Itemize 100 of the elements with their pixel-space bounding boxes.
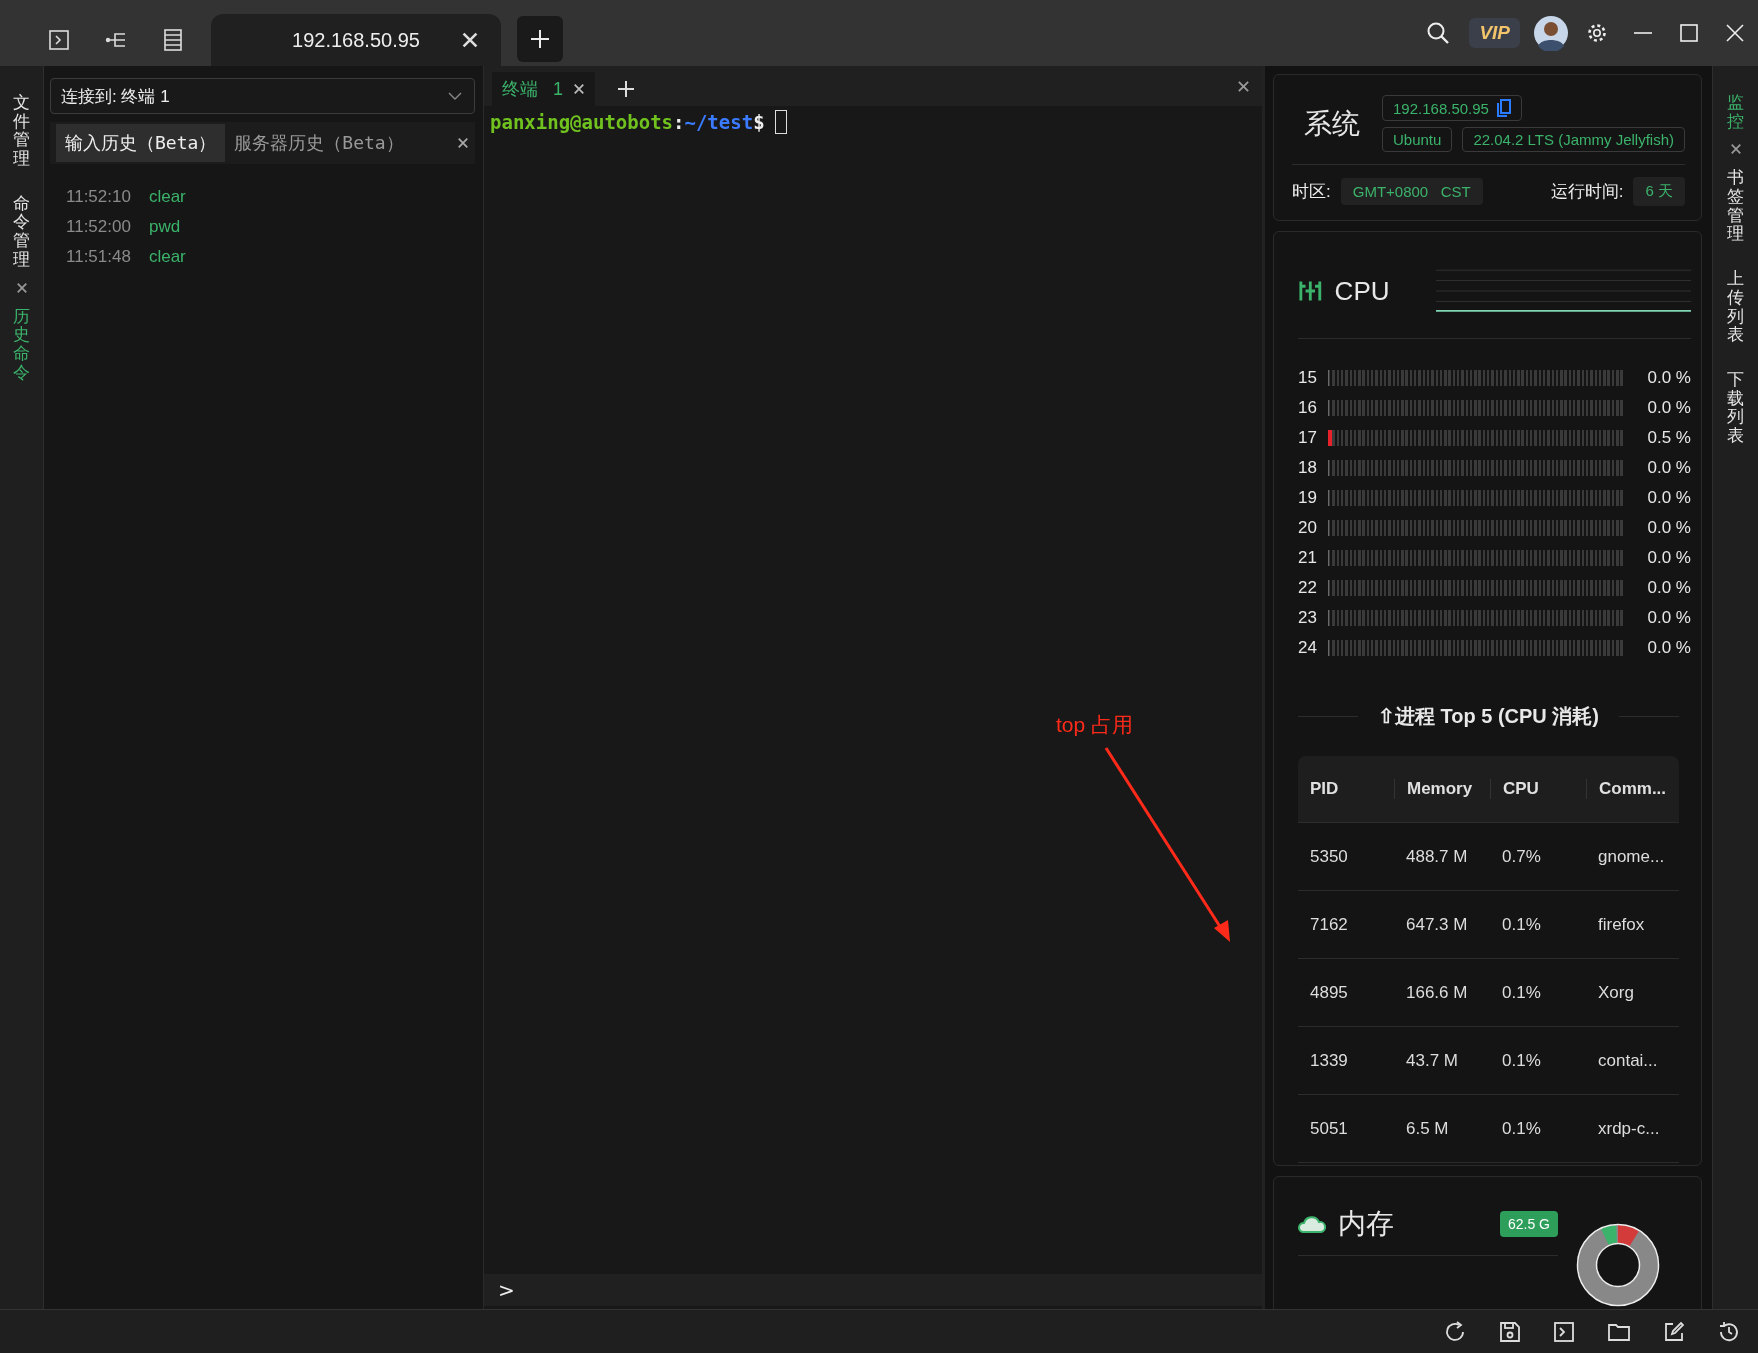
table-cell-text: 488.7 M	[1405, 846, 1469, 867]
table-cell-text: 0.1%	[1501, 1050, 1542, 1071]
core-label: 15	[1298, 368, 1318, 388]
section-title: 内存	[1338, 1207, 1394, 1241]
plus-icon[interactable]	[617, 80, 635, 98]
server-list-icon[interactable]	[163, 29, 182, 51]
folder-icon[interactable]	[1608, 1322, 1630, 1341]
table-cell-text: 5051	[1309, 1118, 1349, 1139]
refresh-icon[interactable]	[1444, 1320, 1466, 1343]
table-cell-text: 0.1%	[1501, 982, 1542, 1003]
history-icon[interactable]	[1718, 1320, 1740, 1343]
table-cell-text: 1339	[1309, 1050, 1349, 1071]
terminal-tab[interactable]: 终端 1	[492, 72, 595, 106]
history-tab[interactable]: 服务器历史（Beta）	[225, 124, 413, 162]
memory-total-badge: 62.5 G	[1499, 1211, 1558, 1237]
terminal-icon[interactable]	[48, 30, 69, 50]
table-cell-text: contai...	[1597, 1050, 1659, 1071]
table-cell-text: 647.3 M	[1405, 914, 1469, 935]
history-command[interactable]: clear	[148, 187, 186, 207]
timezone-value: GMT+0800 CST	[1340, 178, 1483, 205]
timezone-label: 时区:	[1292, 181, 1331, 203]
core-label: 24	[1298, 638, 1318, 658]
core-reading: 0.0 %	[1646, 458, 1691, 478]
process-table-title: ⇧进程 Top 5 (CPU 消耗)	[1377, 704, 1600, 729]
uptime-value: 6 天	[1633, 177, 1685, 206]
cloud-icon	[1298, 1215, 1326, 1233]
history-command[interactable]: pwd	[148, 217, 181, 237]
vip-badge[interactable]: VIP	[1469, 18, 1520, 48]
side-tab[interactable]: 书签管理	[1727, 169, 1744, 245]
close-icon[interactable]	[15, 281, 28, 294]
input-prompt[interactable]: >	[498, 1278, 515, 1302]
search-icon[interactable]	[1426, 21, 1451, 45]
history-time: 11:52:10	[66, 187, 131, 207]
core-reading: 0.0 %	[1646, 638, 1691, 658]
core-reading: 0.0 %	[1646, 488, 1691, 508]
side-tab[interactable]: 文件管理	[13, 94, 30, 169]
core-reading: 0.0 %	[1646, 548, 1691, 568]
column-header[interactable]: Memory	[1394, 779, 1490, 799]
history-time: 11:51:48	[66, 247, 131, 267]
column-header[interactable]: CPU	[1490, 779, 1586, 799]
tree-icon[interactable]	[104, 31, 127, 49]
column-header[interactable]: PID	[1298, 779, 1394, 799]
table-cell-text: 0.1%	[1501, 1118, 1542, 1139]
table-cell-text: 0.1%	[1501, 914, 1542, 935]
annotation-label: top 占用	[1056, 712, 1134, 738]
core-reading: 0.0 %	[1646, 608, 1691, 628]
section-title: 系统	[1304, 106, 1360, 141]
side-tab[interactable]: 下载列表	[1727, 370, 1744, 446]
side-tab[interactable]: 监控	[1727, 94, 1744, 132]
table-cell-text: 6.5 M	[1405, 1118, 1450, 1139]
core-label: 22	[1298, 578, 1318, 598]
core-label: 20	[1298, 518, 1318, 538]
table-cell-text: 166.6 M	[1405, 982, 1469, 1003]
core-reading: 0.0 %	[1646, 578, 1691, 598]
side-tab[interactable]: 历史命令	[13, 307, 30, 383]
table-cell-text: firefox	[1597, 914, 1646, 935]
side-tab[interactable]: 命令管理	[13, 194, 30, 270]
terminal-prompt: panxing@autobots:~/test$	[490, 110, 1256, 134]
avatar-icon[interactable]	[1533, 15, 1569, 51]
plus-icon	[529, 28, 551, 50]
core-label: 18	[1298, 458, 1318, 478]
section-title: CPU	[1334, 275, 1390, 307]
table-cell-text: xrdp-c...	[1597, 1118, 1661, 1139]
ip-address: 192.168.50.95	[1393, 99, 1489, 117]
side-tab[interactable]: 上传列表	[1727, 270, 1744, 345]
close-icon[interactable]	[457, 137, 469, 149]
table-cell-text: Xorg	[1597, 982, 1635, 1003]
core-label: 23	[1298, 608, 1318, 628]
table-cell-text: 0.7%	[1501, 846, 1542, 867]
os-badge: Ubuntu	[1382, 127, 1453, 152]
new-tab-button[interactable]	[517, 16, 563, 62]
table-cell-text: 7162	[1309, 914, 1349, 935]
copy-icon[interactable]	[1496, 99, 1511, 117]
connection-dropdown[interactable]: 连接到: 终端 1	[50, 78, 475, 114]
cpu-icon	[1298, 280, 1323, 302]
table-cell-text: gnome...	[1597, 846, 1666, 867]
core-label: 16	[1298, 398, 1318, 418]
terminal-icon[interactable]	[1554, 1321, 1574, 1342]
close-icon[interactable]	[573, 83, 585, 95]
core-reading: 0.0 %	[1646, 398, 1691, 418]
save-icon[interactable]	[1500, 1321, 1520, 1342]
edit-icon[interactable]	[1664, 1321, 1684, 1342]
settings-icon[interactable]	[1586, 22, 1608, 44]
history-command[interactable]: clear	[148, 247, 186, 267]
close-icon[interactable]	[1237, 79, 1250, 93]
uptime-label: 运行时间:	[1550, 181, 1624, 203]
core-reading: 0.0 %	[1646, 518, 1691, 538]
column-header[interactable]: Comm...	[1586, 779, 1679, 799]
session-tab[interactable]: 192.168.50.95	[211, 14, 501, 66]
version-badge: 22.04.2 LTS (Jammy Jellyfish)	[1462, 127, 1685, 152]
core-label: 21	[1298, 548, 1318, 568]
maximize-icon[interactable]	[1680, 24, 1698, 42]
core-label: 19	[1298, 488, 1318, 508]
history-tab[interactable]: 输入历史（Beta）	[56, 124, 226, 162]
table-cell-text: 43.7 M	[1405, 1050, 1459, 1071]
core-reading: 0.0 %	[1646, 368, 1691, 388]
history-time: 11:52:00	[66, 217, 131, 237]
core-reading: 0.5 %	[1646, 428, 1691, 448]
close-icon[interactable]	[1729, 143, 1742, 156]
table-cell-text: 5350	[1309, 846, 1349, 867]
